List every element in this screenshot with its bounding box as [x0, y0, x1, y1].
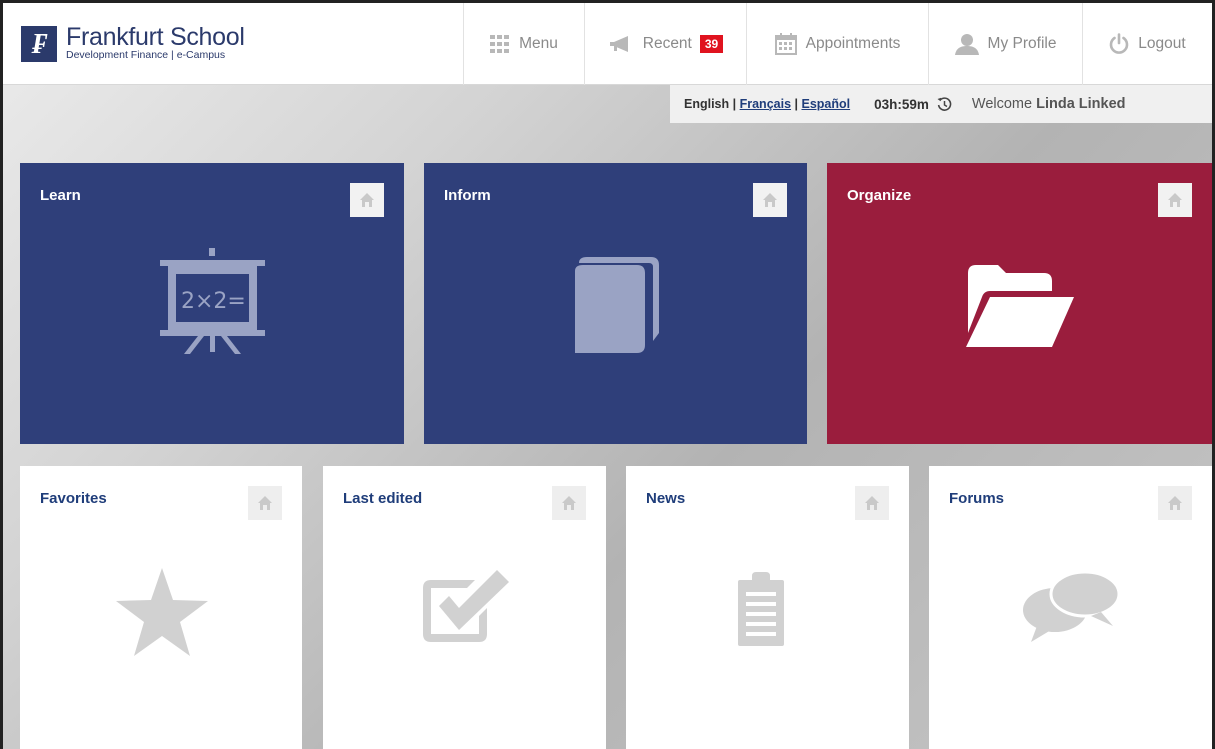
tile-forums-title: Forums [949, 490, 1005, 507]
tile-forums[interactable]: Forums [929, 466, 1212, 749]
tile-last-edited-title: Last edited [343, 490, 423, 507]
tile-organize-title: Organize [847, 187, 912, 204]
home-icon[interactable] [855, 486, 889, 520]
home-icon[interactable] [350, 183, 384, 217]
folder-icon [962, 263, 1082, 353]
lang-english[interactable]: English [684, 97, 729, 111]
logo-title: Frankfurt School [66, 23, 245, 51]
nav-menu[interactable]: Menu [463, 3, 584, 85]
session-timer: 03h:59m [874, 96, 929, 112]
home-icon[interactable] [552, 486, 586, 520]
nav-profile-label: My Profile [987, 35, 1057, 52]
user-icon [954, 33, 979, 55]
header: ₣ Frankfurt School Development Finance |… [3, 3, 1212, 85]
nav-appointments-label: Appointments [805, 35, 901, 52]
nav-profile[interactable]: My Profile [928, 3, 1082, 85]
logo-mark-icon: ₣ [21, 25, 57, 62]
user-name: Linda Linked [1036, 96, 1126, 112]
tile-inform[interactable]: Inform [424, 163, 807, 444]
tile-learn-title: Learn [40, 187, 81, 204]
power-icon [1109, 33, 1129, 55]
home-icon[interactable] [1158, 183, 1192, 217]
page: ₣ Frankfurt School Development Finance |… [0, 0, 1215, 749]
nav-appointments[interactable]: Appointments [746, 3, 928, 85]
tile-last-edited[interactable]: Last edited [323, 466, 606, 749]
clipboard-icon [736, 570, 786, 648]
megaphone-icon [608, 35, 634, 53]
clock-icon [937, 96, 952, 112]
welcome-message: Welcome Linda Linked [971, 96, 1126, 112]
nav-recent-label: Recent [642, 35, 692, 52]
tile-news-title: News [646, 490, 686, 507]
chat-bubbles-icon [1021, 570, 1121, 644]
info-bar: English | Français | Español 03h:59m Wel… [670, 85, 1212, 123]
home-icon[interactable] [1158, 486, 1192, 520]
tile-favorites[interactable]: Favorites [20, 466, 302, 749]
star-icon [114, 566, 210, 658]
book-icon [569, 255, 664, 355]
tile-organize[interactable]: Organize [827, 163, 1212, 444]
tile-learn[interactable]: Learn 2×2= [20, 163, 404, 444]
home-icon[interactable] [248, 486, 282, 520]
nav-menu-label: Menu [519, 35, 558, 52]
recent-count-badge: 39 [699, 35, 724, 53]
language-switcher: English | Français | Español [684, 97, 851, 111]
tile-inform-title: Inform [444, 187, 491, 204]
nav-logout[interactable]: Logout [1082, 3, 1212, 85]
tile-favorites-title: Favorites [40, 490, 107, 507]
logo-subtitle: Development Finance | e-Campus [66, 49, 226, 61]
tile-news[interactable]: News [626, 466, 909, 749]
nav-logout-label: Logout [1138, 35, 1186, 52]
calendar-icon [774, 33, 797, 55]
home-icon[interactable] [753, 183, 787, 217]
blackboard-icon: 2×2= [160, 248, 265, 358]
menu-grid-icon [490, 35, 510, 53]
nav-recent[interactable]: Recent 39 [584, 3, 746, 85]
lang-espanol[interactable]: Español [801, 97, 850, 111]
svg-text:2×2=: 2×2= [181, 289, 246, 314]
checkbox-icon [419, 570, 511, 646]
lang-francais[interactable]: Français [740, 97, 791, 111]
logo[interactable]: ₣ Frankfurt School Development Finance |… [21, 25, 245, 62]
